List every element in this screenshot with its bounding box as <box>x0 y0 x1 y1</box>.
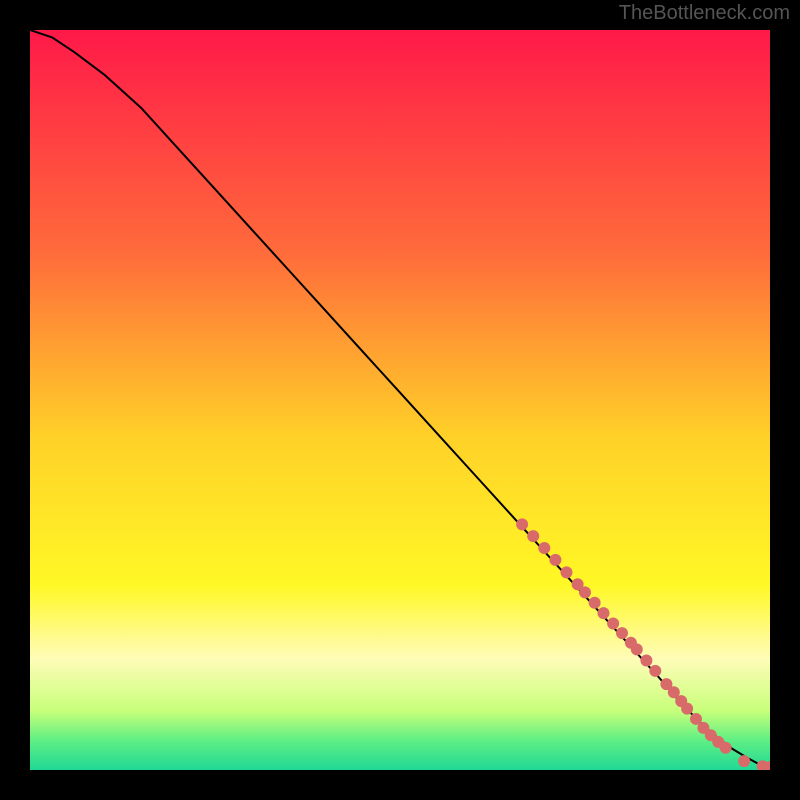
data-point <box>631 643 643 655</box>
data-point <box>549 554 561 566</box>
gradient-background <box>30 30 770 770</box>
watermark-text: TheBottleneck.com <box>619 2 790 25</box>
data-point <box>561 566 573 578</box>
data-point <box>616 627 628 639</box>
data-point <box>516 518 528 530</box>
plot-area <box>30 30 770 770</box>
data-point <box>607 617 619 629</box>
chart-svg <box>30 30 770 770</box>
data-point <box>598 607 610 619</box>
data-point <box>527 530 539 542</box>
data-point <box>538 542 550 554</box>
data-point <box>649 665 661 677</box>
data-point <box>640 654 652 666</box>
data-point <box>738 755 750 767</box>
data-point <box>720 742 732 754</box>
data-point <box>589 597 601 609</box>
data-point <box>579 586 591 598</box>
data-point <box>681 703 693 715</box>
chart-container: TheBottleneck.com <box>0 0 800 800</box>
